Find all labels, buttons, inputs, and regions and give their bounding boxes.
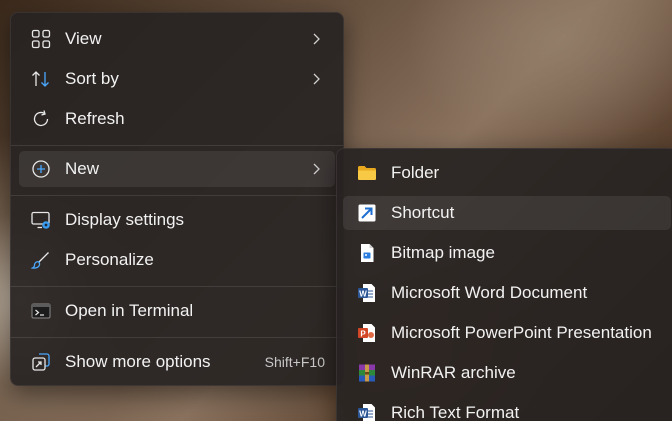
winrar-icon [357, 363, 377, 383]
menu-item-label: Personalize [65, 250, 154, 269]
submenu-item-label: Folder [391, 163, 440, 182]
submenu-item-label: Bitmap image [391, 243, 495, 262]
terminal-icon [31, 301, 51, 321]
menu-item-refresh[interactable]: Refresh [19, 101, 335, 137]
desktop-background: View Sort by Refresh New Display setting… [0, 0, 672, 421]
menu-item-view[interactable]: View [19, 21, 335, 57]
powerpoint-icon: P [357, 323, 377, 343]
submenu-item-label: Microsoft Word Document [391, 283, 588, 302]
desktop-context-menu: View Sort by Refresh New Display setting… [10, 12, 344, 386]
refresh-icon [31, 109, 51, 129]
menu-item-open-in-terminal[interactable]: Open in Terminal [19, 293, 335, 329]
submenu-item-label: WinRAR archive [391, 363, 516, 382]
chevron-right-icon [313, 33, 320, 45]
submenu-item-label: Microsoft PowerPoint Presentation [391, 323, 652, 342]
submenu-item-powerpoint-presentation[interactable]: P Microsoft PowerPoint Presentation [343, 316, 671, 350]
chevron-right-icon [313, 73, 320, 85]
chevron-right-icon [313, 163, 320, 175]
submenu-item-folder[interactable]: Folder [343, 156, 671, 190]
keyboard-shortcut: Shift+F10 [264, 354, 325, 370]
menu-item-personalize[interactable]: Personalize [19, 242, 335, 278]
submenu-item-bitmap-image[interactable]: Bitmap image [343, 236, 671, 270]
folder-icon [357, 163, 377, 183]
menu-item-label: Open in Terminal [65, 301, 194, 320]
menu-separator [11, 195, 343, 196]
rtf-icon: W [357, 403, 377, 421]
menu-item-new[interactable]: New [19, 151, 335, 187]
new-submenu: Folder Shortcut Bitmap image W Microsoft… [336, 148, 672, 421]
menu-item-label: Sort by [65, 69, 119, 88]
svg-text:W: W [359, 409, 367, 418]
word-icon: W [357, 283, 377, 303]
svg-text:P: P [360, 329, 366, 338]
menu-separator [11, 145, 343, 146]
submenu-item-word-document[interactable]: W Microsoft Word Document [343, 276, 671, 310]
menu-item-sort-by[interactable]: Sort by [19, 61, 335, 97]
plus-circle-icon [31, 159, 51, 179]
menu-item-display-settings[interactable]: Display settings [19, 202, 335, 238]
submenu-item-shortcut[interactable]: Shortcut [343, 196, 671, 230]
menu-item-label: Refresh [65, 109, 125, 128]
sort-icon [31, 69, 51, 89]
more-options-icon [31, 352, 51, 372]
shortcut-icon [357, 203, 377, 223]
submenu-item-rich-text-format[interactable]: W Rich Text Format [343, 396, 671, 421]
menu-item-label: Display settings [65, 210, 185, 229]
display-settings-icon [31, 210, 51, 230]
brush-icon [31, 250, 51, 270]
menu-item-label: New [65, 159, 100, 178]
svg-text:W: W [359, 289, 367, 298]
grid-icon [31, 29, 51, 49]
menu-item-show-more-options[interactable]: Show more options Shift+F10 [19, 344, 335, 380]
submenu-item-winrar-archive[interactable]: WinRAR archive [343, 356, 671, 390]
menu-item-label: Show more options [65, 352, 211, 371]
bitmap-icon [357, 243, 377, 263]
menu-separator [11, 286, 343, 287]
menu-separator [11, 337, 343, 338]
submenu-item-label: Rich Text Format [391, 403, 520, 421]
menu-item-label: View [65, 29, 102, 48]
submenu-item-label: Shortcut [391, 203, 455, 222]
